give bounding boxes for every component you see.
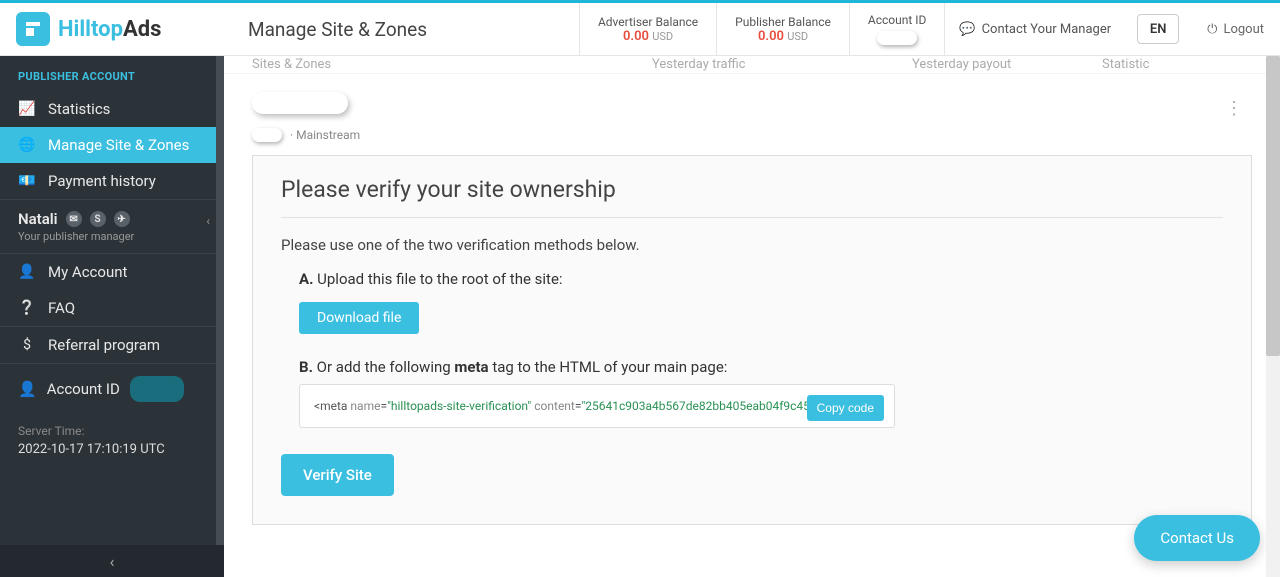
chevron-left-icon: ‹ — [206, 214, 210, 228]
dollar-icon: $ — [18, 337, 36, 353]
mail-icon[interactable]: ✉ — [66, 211, 82, 227]
sidebar-item-my-account[interactable]: 👤 My Account — [0, 254, 224, 290]
chat-icon: 💬 — [959, 22, 975, 37]
sidebar-section-label: PUBLISHER ACCOUNT — [0, 56, 224, 91]
header-account-id: Account ID — [849, 3, 945, 55]
sidebar-item-payment-history[interactable]: 💶 Payment history — [0, 163, 224, 199]
language-selector[interactable]: EN — [1137, 14, 1179, 44]
logout-button[interactable]: ⏻ Logout — [1191, 3, 1280, 55]
contact-manager-link[interactable]: 💬 Contact Your Manager — [944, 3, 1125, 55]
sidebar-collapse[interactable]: ‹ — [0, 545, 224, 577]
sidebar-item-referral[interactable]: $ Referral program — [0, 327, 224, 363]
meta-tag-code: <meta name="hilltopads-site-verification… — [299, 384, 895, 428]
chevron-left-icon: ‹ — [110, 552, 115, 571]
sidebar-item-statistics[interactable]: 📈 Statistics — [0, 91, 224, 127]
server-time: Server Time: 2022-10-17 17:10:19 UTC — [0, 414, 224, 467]
download-file-button[interactable]: Download file — [299, 302, 419, 334]
verify-panel: Please verify your site ownership Please… — [252, 155, 1252, 525]
panel-intro: Please use one of the two verification m… — [281, 236, 1223, 254]
sidebar: PUBLISHER ACCOUNT 📈 Statistics 🌐 Manage … — [0, 56, 224, 577]
question-icon: ❔ — [18, 300, 36, 316]
sidebar-item-manage-site[interactable]: 🌐 Manage Site & Zones — [0, 127, 224, 163]
method-b: B. Or add the following meta tag to the … — [299, 358, 1223, 376]
power-icon: ⏻ — [1207, 22, 1217, 37]
sidebar-scrollbar[interactable] — [216, 56, 224, 545]
kebab-menu-icon[interactable]: ⋮ — [1225, 98, 1242, 119]
page-title: Manage Site & Zones — [224, 18, 427, 41]
panel-heading: Please verify your site ownership — [281, 176, 1223, 218]
publisher-balance: Publisher Balance 0.00 USD — [716, 3, 849, 55]
telegram-icon[interactable]: ✈ — [114, 211, 130, 227]
logo-icon — [16, 12, 50, 46]
advertiser-balance: Advertiser Balance 0.00 USD — [579, 3, 716, 55]
logo-text: HilltopAds — [58, 17, 161, 42]
chart-line-icon: 📈 — [18, 101, 36, 117]
money-icon: 💶 — [18, 173, 36, 189]
globe-icon: 🌐 — [18, 137, 36, 153]
column-headers: Sites & Zones Yesterday traffic Yesterda… — [224, 56, 1280, 74]
page-scrollbar[interactable] — [1266, 56, 1280, 577]
method-a: A. Upload this file to the root of the s… — [299, 270, 1223, 288]
top-bar: HilltopAds Manage Site & Zones Advertise… — [0, 0, 1280, 56]
user-icon: 👤 — [18, 264, 36, 280]
user-icon: 👤 — [18, 380, 37, 398]
site-name-redacted — [252, 92, 348, 114]
site-header: · Mainstream ⋮ — [224, 74, 1280, 149]
sidebar-account-id: 👤 Account ID — [0, 364, 224, 414]
contact-us-fab[interactable]: Contact Us — [1134, 515, 1260, 561]
account-id-redacted — [130, 376, 184, 402]
logo[interactable]: HilltopAds — [0, 12, 224, 46]
site-id-redacted — [252, 128, 282, 142]
main-content: Sites & Zones Yesterday traffic Yesterda… — [224, 56, 1280, 577]
manager-block[interactable]: Natali ✉ S ✈ Your publisher manager ‹ — [0, 200, 224, 253]
skype-icon[interactable]: S — [90, 211, 106, 227]
account-id-redacted — [877, 31, 917, 45]
copy-code-button[interactable]: Copy code — [807, 395, 884, 421]
sidebar-item-faq[interactable]: ❔ FAQ — [0, 290, 224, 326]
verify-site-button[interactable]: Verify Site — [281, 454, 394, 496]
